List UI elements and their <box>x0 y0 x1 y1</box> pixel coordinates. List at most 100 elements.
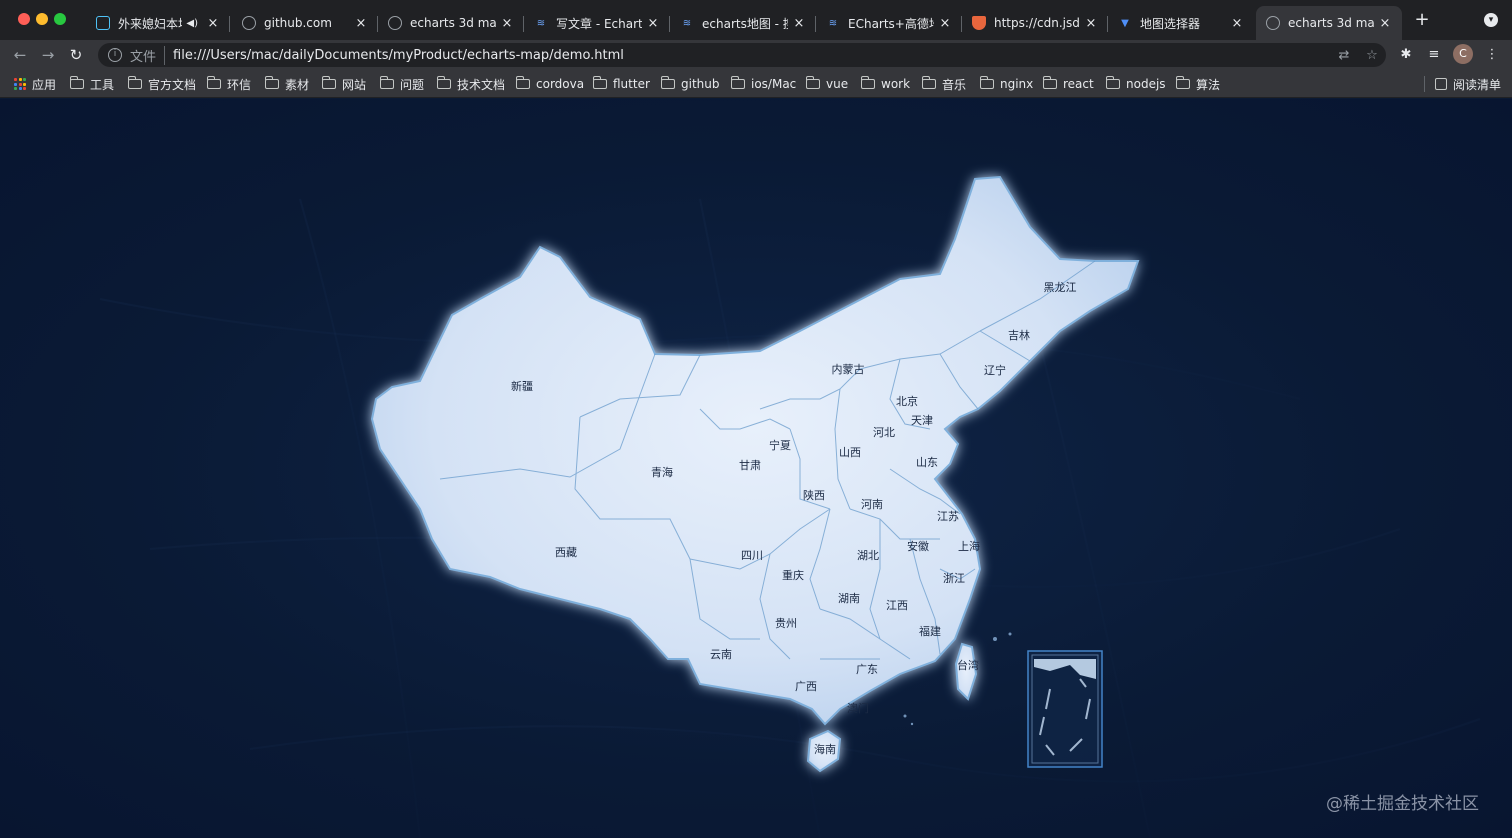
tab-close-icon[interactable]: × <box>938 16 952 31</box>
translate-icon[interactable]: ⇄ <box>1330 48 1358 63</box>
window-minimize-button[interactable] <box>36 13 48 25</box>
province-label-hainan[interactable]: 海南 <box>814 741 836 757</box>
province-label-qinghai[interactable]: 青海 <box>651 464 673 480</box>
bookmark-folder[interactable]: 素材 <box>264 75 309 93</box>
speaker-icon[interactable]: ◀) <box>186 18 198 29</box>
tab-4[interactable]: ≋ echarts地图 - 搜 × <box>670 6 816 40</box>
window-close-button[interactable] <box>18 13 30 25</box>
address-bar[interactable]: i 文件 file:///Users/mac/dailyDocuments/my… <box>98 43 1386 67</box>
bookmark-folder[interactable]: 官方文档 <box>127 75 196 93</box>
tab-close-icon[interactable]: × <box>206 16 220 31</box>
window-maximize-button[interactable] <box>54 13 66 25</box>
province-label-tianjin[interactable]: 天津 <box>911 412 933 428</box>
province-label-macau[interactable]: 澳门 <box>847 700 869 716</box>
bookmark-folder[interactable]: vue <box>805 75 848 93</box>
province-label-jiangxi[interactable]: 江西 <box>886 597 908 613</box>
bookmark-folder[interactable]: react <box>1042 75 1094 93</box>
bookmark-folder[interactable]: nginx <box>979 75 1033 93</box>
province-label-shaanxi[interactable]: 陕西 <box>803 487 825 503</box>
toolbar: ← → ↻ i 文件 file:///Users/mac/dailyDocume… <box>0 40 1512 70</box>
reading-list-label: 阅读清单 <box>1453 77 1502 92</box>
bookmark-folder[interactable]: 算法 <box>1175 75 1220 93</box>
bookmark-folder[interactable]: 技术文档 <box>436 75 505 93</box>
province-label-chongqing[interactable]: 重庆 <box>782 567 804 583</box>
province-label-beijing[interactable]: 北京 <box>896 393 918 409</box>
tab-3[interactable]: ≋ 写文章 - Echarts × <box>524 6 670 40</box>
browser-window: 外来媳妇本地 ◀) × github.com × echarts 3d map … <box>0 0 1512 838</box>
bookmarks-bar: 应用 工具 官方文档 环信 素材 网站 问题 技术文档 cordova flut… <box>0 70 1512 98</box>
province-label-shanghai[interactable]: 上海 <box>958 538 980 554</box>
tab-8-active[interactable]: echarts 3d map × <box>1256 6 1402 40</box>
reading-list-button[interactable]: 阅读清单 <box>1435 75 1501 93</box>
tab-0[interactable]: 外来媳妇本地 ◀) × <box>86 6 230 40</box>
tab-title: https://cdn.jsdeli <box>994 16 1080 30</box>
bookmark-folder[interactable]: 工具 <box>69 75 114 93</box>
province-label-yunnan[interactable]: 云南 <box>710 646 732 662</box>
watermark-text: @稀土掘金技术社区 <box>1326 794 1479 814</box>
tab-close-icon[interactable]: × <box>500 16 514 31</box>
apps-grid-icon <box>14 78 26 90</box>
folder-icon <box>1105 76 1120 89</box>
province-label-guangdong[interactable]: 广东 <box>856 661 878 677</box>
bookmark-folder[interactable]: 网站 <box>321 75 366 93</box>
bookmark-label: nodejs <box>1126 77 1166 91</box>
province-label-anhui[interactable]: 安徽 <box>907 538 929 554</box>
province-label-gansu[interactable]: 甘肃 <box>739 457 761 473</box>
province-label-henan[interactable]: 河南 <box>861 496 883 512</box>
back-arrow-icon[interactable]: ← <box>10 45 30 65</box>
province-label-heilongjiang[interactable]: 黑龙江 <box>1044 279 1077 295</box>
bookmark-folder[interactable]: work <box>860 75 910 93</box>
province-label-hubei[interactable]: 湖北 <box>857 547 879 563</box>
tab-5[interactable]: ≋ ECharts+高德地图 × <box>816 6 962 40</box>
bookmark-folder[interactable]: nodejs <box>1105 75 1166 93</box>
tab-title: github.com <box>264 16 332 30</box>
tab-6[interactable]: https://cdn.jsdeli × <box>962 6 1108 40</box>
tab-close-icon[interactable]: × <box>792 16 806 31</box>
bookmark-folder[interactable]: 音乐 <box>921 75 966 93</box>
province-label-xinjiang[interactable]: 新疆 <box>511 378 533 394</box>
extensions-puzzle-icon[interactable]: ✱ <box>1396 45 1416 65</box>
tab-title: 外来媳妇本地 <box>118 16 182 31</box>
tab-7[interactable]: ▼ 地图选择器 × <box>1108 6 1254 40</box>
province-label-neimenggu[interactable]: 内蒙古 <box>832 361 865 377</box>
tab-close-icon[interactable]: × <box>354 16 368 31</box>
tab-1[interactable]: github.com × <box>232 6 378 40</box>
bookmark-star-icon[interactable]: ☆ <box>1358 48 1386 63</box>
province-label-xizang[interactable]: 西藏 <box>555 544 577 560</box>
reload-icon[interactable]: ↻ <box>66 45 86 65</box>
bookmark-folder[interactable]: flutter <box>592 75 650 93</box>
province-label-guizhou[interactable]: 贵州 <box>775 615 797 631</box>
info-icon[interactable]: i <box>108 48 122 62</box>
tab-close-icon[interactable]: × <box>1230 16 1244 31</box>
province-label-zhejiang[interactable]: 浙江 <box>943 570 965 586</box>
province-label-shandong[interactable]: 山东 <box>916 454 938 470</box>
forward-arrow-icon[interactable]: → <box>38 45 58 65</box>
province-label-liaoning[interactable]: 辽宁 <box>984 362 1006 378</box>
province-label-hebei[interactable]: 河北 <box>873 424 895 440</box>
new-tab-plus-icon[interactable]: + <box>1412 10 1432 30</box>
tab-search-chevron-icon[interactable]: ▾ <box>1484 13 1498 27</box>
province-label-ningxia[interactable]: 宁夏 <box>769 437 791 453</box>
bookmark-folder[interactable]: cordova <box>515 75 584 93</box>
province-label-jilin[interactable]: 吉林 <box>1008 327 1030 343</box>
bookmark-folder[interactable]: 问题 <box>379 75 424 93</box>
media-queue-icon[interactable]: ≡ <box>1424 45 1444 65</box>
province-label-fujian[interactable]: 福建 <box>919 623 941 639</box>
province-label-hunan[interactable]: 湖南 <box>838 590 860 606</box>
url-text[interactable]: file:///Users/mac/dailyDocuments/myProdu… <box>173 48 1330 63</box>
more-menu-icon[interactable]: ⋮ <box>1482 45 1502 65</box>
province-label-sichuan[interactable]: 四川 <box>741 547 763 563</box>
bookmark-folder[interactable]: ios/Mac <box>730 75 796 93</box>
bookmark-folder[interactable]: 环信 <box>206 75 251 93</box>
province-label-taiwan[interactable]: 台湾 <box>957 657 979 673</box>
tab-close-icon[interactable]: × <box>1084 16 1098 31</box>
profile-avatar[interactable]: C <box>1453 44 1473 64</box>
bookmark-apps[interactable]: 应用 <box>14 75 56 93</box>
tab-close-icon[interactable]: × <box>1378 16 1392 31</box>
tab-close-icon[interactable]: × <box>646 16 660 31</box>
province-label-shanxi[interactable]: 山西 <box>839 444 861 460</box>
province-label-jiangsu[interactable]: 江苏 <box>937 508 959 524</box>
bookmark-folder[interactable]: github <box>660 75 719 93</box>
tab-2[interactable]: echarts 3d map × <box>378 6 524 40</box>
province-label-guangxi[interactable]: 广西 <box>795 678 817 694</box>
